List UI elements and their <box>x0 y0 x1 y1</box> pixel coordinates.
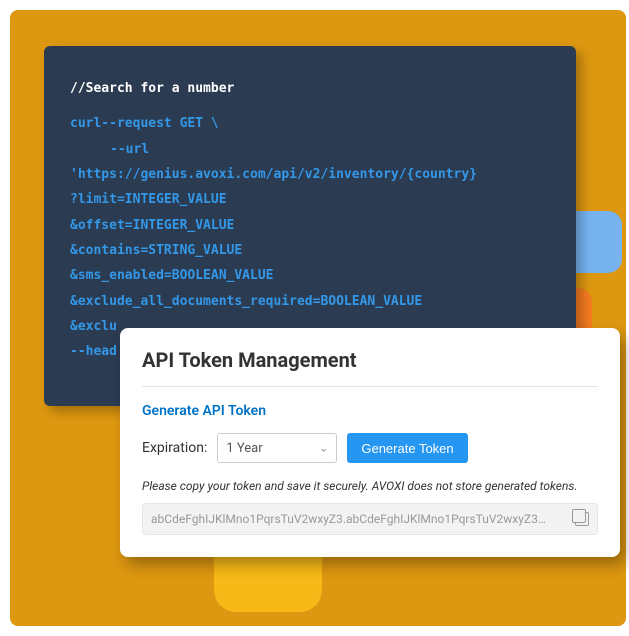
code-line: 'https://genius.avoxi.com/api/v2/invento… <box>70 162 550 187</box>
code-line: &offset=INTEGER_VALUE <box>70 213 550 238</box>
token-note: Please copy your token and save it secur… <box>142 479 598 493</box>
code-line: curl--request GET \ <box>70 111 550 136</box>
code-line: &sms_enabled=BOOLEAN_VALUE <box>70 263 550 288</box>
chevron-down-icon: ⌄ <box>319 442 328 455</box>
generate-api-token-link[interactable]: Generate API Token <box>142 403 598 419</box>
card-title: API Token Management <box>142 348 598 387</box>
code-line: --url <box>70 137 550 162</box>
code-line: ?limit=INTEGER_VALUE <box>70 187 550 212</box>
expiration-select[interactable]: 1 Year ⌄ <box>217 433 337 463</box>
token-display: abCdeFghIJKlMno1PqrsTuV2wxyZ3.abCdeFghIJ… <box>142 503 598 535</box>
code-line: &contains=STRING_VALUE <box>70 238 550 263</box>
expiration-label: Expiration: <box>142 440 207 456</box>
expiration-row: Expiration: 1 Year ⌄ Generate Token <box>142 433 598 463</box>
code-comment: //Search for a number <box>70 76 550 101</box>
code-line: &exclude_all_documents_required=BOOLEAN_… <box>70 289 550 314</box>
expiration-value: 1 Year <box>226 441 262 456</box>
token-value: abCdeFghIJKlMno1PqrsTuV2wxyZ3.abCdeFghIJ… <box>151 512 567 526</box>
generate-token-button[interactable]: Generate Token <box>347 433 467 463</box>
canvas-background: //Search for a number curl--request GET … <box>10 10 626 626</box>
api-token-card: API Token Management Generate API Token … <box>120 328 620 557</box>
copy-icon[interactable] <box>575 512 589 526</box>
